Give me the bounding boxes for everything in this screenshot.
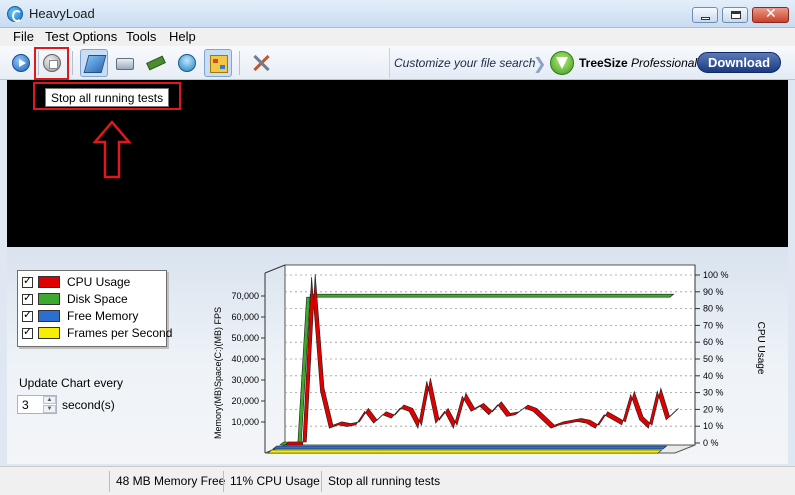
right-tick-label: 60 % <box>703 337 724 347</box>
gpu-test-toggle[interactable] <box>173 49 201 77</box>
memory-icon <box>146 55 166 71</box>
right-tick-label: 10 % <box>703 421 724 431</box>
series-ribbon-free-memory <box>272 445 668 450</box>
update-interval-unit: second(s) <box>62 398 115 412</box>
update-interval-label: Update Chart every <box>19 376 124 390</box>
right-axis-title: CPU Usage <box>755 322 766 375</box>
left-tick-label: 30,000 <box>231 375 259 385</box>
left-tick-label: 20,000 <box>231 396 259 406</box>
legend-label: Disk Space <box>67 292 128 306</box>
right-tick-label: 20 % <box>703 404 724 414</box>
tools-icon <box>251 53 271 73</box>
update-interval-value: 3 <box>22 398 29 412</box>
settings-button[interactable] <box>247 49 275 77</box>
up-arrow-annotation <box>92 120 132 179</box>
right-tick-label: 100 % <box>703 270 729 280</box>
close-button[interactable]: ✕ <box>752 6 789 23</box>
menu-bar: File Test Options Tools Help <box>0 28 795 47</box>
maximize-button[interactable] <box>722 7 748 23</box>
checkbox-disk-space[interactable] <box>22 291 33 305</box>
minimize-button[interactable] <box>692 7 718 23</box>
cpu-test-toggle[interactable] <box>80 49 108 77</box>
left-tick-label: 10,000 <box>231 417 259 427</box>
simulate-activity-toggle[interactable] <box>204 49 232 77</box>
menu-tools[interactable]: Tools <box>126 29 156 44</box>
checkbox-free-memory[interactable] <box>22 308 33 322</box>
tooltip-highlight <box>33 82 181 110</box>
legend-item-disk-space[interactable]: Disk Space <box>22 291 165 308</box>
disk-icon <box>116 58 134 70</box>
treesize-brand: TreeSize Professional <box>579 56 698 70</box>
right-tick-label: 70 % <box>703 320 724 330</box>
swatch-fps <box>38 327 60 339</box>
menu-test-options[interactable]: Test Options <box>45 29 117 44</box>
legend-item-fps[interactable]: Frames per Second <box>22 325 172 342</box>
right-tick-label: 0 % <box>703 438 719 448</box>
title-bar: HeavyLoad ✕ <box>0 0 795 28</box>
chart-legend: CPU Usage Disk Space Free Memory Frames … <box>17 270 172 347</box>
status-cpu: 11% CPU Usage <box>223 471 326 492</box>
legend-item-cpu-usage[interactable]: CPU Usage <box>22 274 165 291</box>
download-button[interactable]: Download <box>697 52 781 73</box>
series-ribbon-frames-per-second <box>267 449 663 454</box>
toolbar-separator <box>239 51 240 75</box>
heavyload-app-icon <box>7 6 23 22</box>
gpu-icon <box>178 54 196 72</box>
swatch-free-memory <box>38 310 60 322</box>
legend-label: Frames per Second <box>67 326 173 340</box>
cpu-icon <box>83 55 107 73</box>
checkbox-cpu-usage[interactable] <box>22 274 33 288</box>
start-button[interactable] <box>7 49 35 77</box>
status-memory: 48 MB Memory Free <box>109 471 231 492</box>
minimize-icon <box>701 17 710 20</box>
treesize-logo-icon <box>550 51 574 75</box>
toolbar-separator <box>72 51 73 75</box>
spin-up-icon[interactable]: ▲ <box>43 396 56 404</box>
right-tick-label: 90 % <box>703 287 724 297</box>
update-interval-stepper[interactable]: 3 ▲ ▼ <box>17 395 57 414</box>
treesize-ad-banner[interactable]: Customize your file search ❯ TreeSize Pr… <box>389 48 795 78</box>
memory-test-toggle[interactable] <box>142 49 170 77</box>
left-axis-title: Memory(MB)Space(C:)(MB) FPS <box>213 307 223 439</box>
ad-text: Customize your file search <box>394 56 536 70</box>
load-chart: 0 % 10 % 20 % 30 % 40 % 50 % 60 % 70 % 80 % 90 % 1… <box>213 264 766 454</box>
right-tick-label: 40 % <box>703 371 724 381</box>
swatch-cpu-usage <box>38 276 60 288</box>
legend-item-free-memory[interactable]: Free Memory <box>22 308 165 325</box>
menu-help[interactable]: Help <box>169 29 196 44</box>
maximize-icon <box>731 11 741 19</box>
checkbox-fps[interactable] <box>22 325 33 339</box>
left-tick-label: 60,000 <box>231 312 259 322</box>
right-tick-label: 80 % <box>703 304 724 314</box>
right-tick-label: 30 % <box>703 388 724 398</box>
disk-test-toggle[interactable] <box>111 49 139 77</box>
depth-axis-line <box>264 264 286 274</box>
play-icon <box>12 54 30 72</box>
status-message: Stop all running tests <box>321 471 446 492</box>
stop-button-highlight <box>34 47 69 80</box>
close-icon: ✕ <box>765 6 777 22</box>
legend-label: CPU Usage <box>67 275 131 289</box>
spin-down-icon[interactable]: ▼ <box>43 405 56 413</box>
status-empty <box>7 471 101 492</box>
status-bar: 48 MB Memory Free 11% CPU Usage Stop all… <box>0 466 795 495</box>
legend-label: Free Memory <box>67 309 139 323</box>
left-tick-label: 40,000 <box>231 354 259 364</box>
left-tick-label: 70,000 <box>231 291 259 301</box>
swatch-disk-space <box>38 293 60 305</box>
menu-file[interactable]: File <box>13 29 34 44</box>
left-tick-label: 50,000 <box>231 333 259 343</box>
chevron-right-icon: ❯ <box>533 56 547 73</box>
simulate-icon <box>210 55 228 73</box>
right-tick-label: 50 % <box>703 354 724 364</box>
window-title: HeavyLoad <box>29 6 95 21</box>
